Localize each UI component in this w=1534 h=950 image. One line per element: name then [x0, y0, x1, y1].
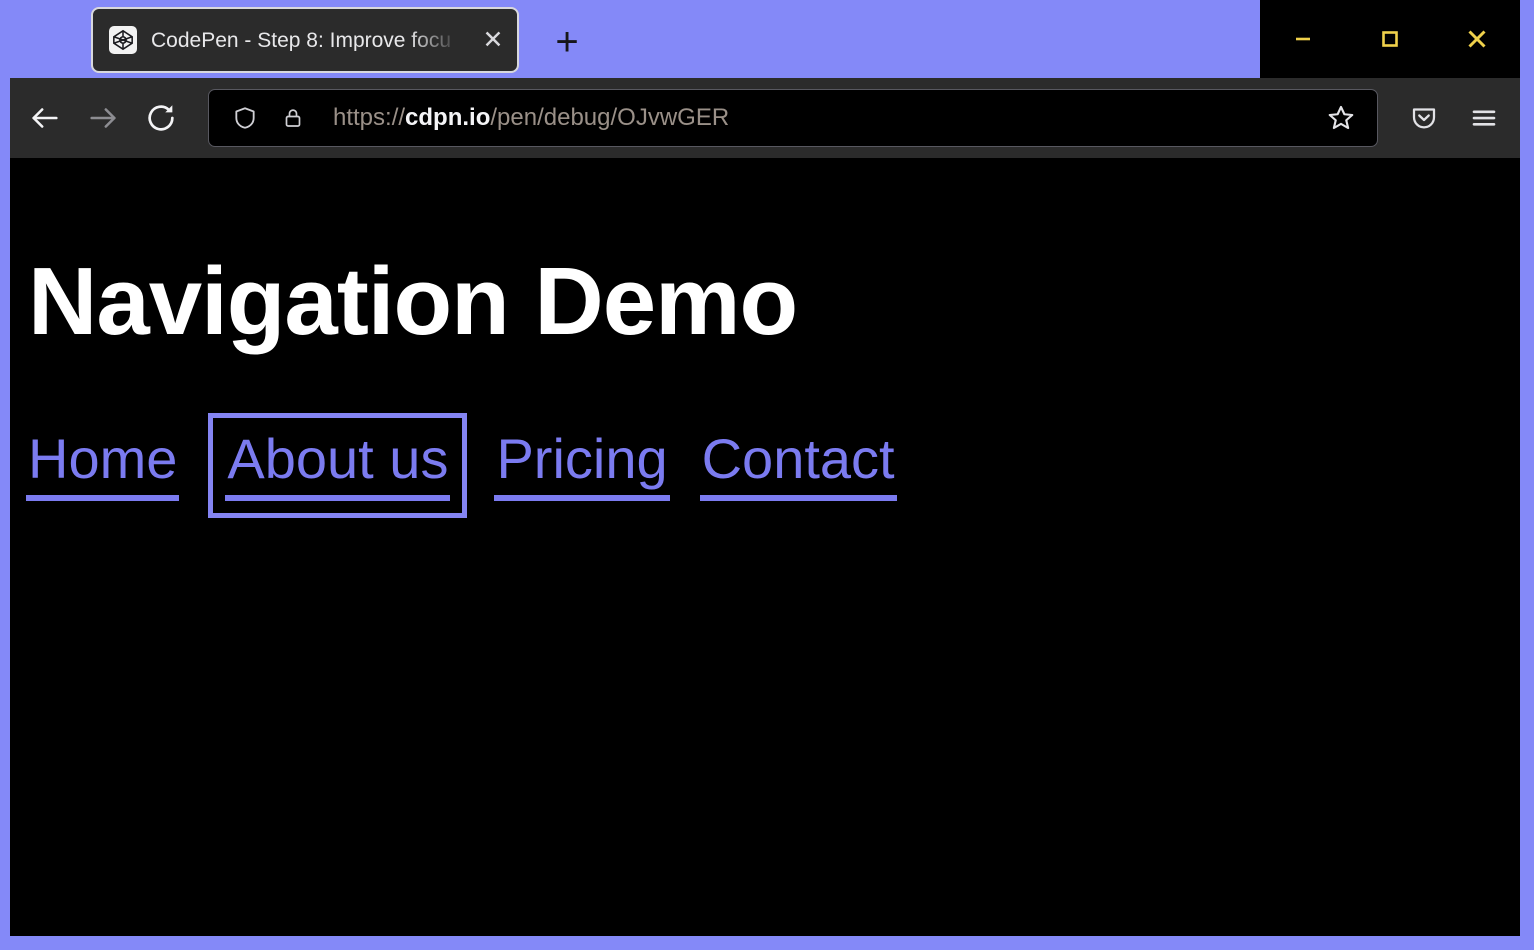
- nav-link-home[interactable]: Home: [26, 430, 179, 501]
- url-text[interactable]: https://cdpn.io/pen/debug/OJvwGER: [333, 106, 1319, 130]
- hamburger-menu-icon[interactable]: [1454, 89, 1514, 147]
- minimize-icon[interactable]: [1272, 14, 1334, 64]
- maximize-icon[interactable]: [1359, 14, 1421, 64]
- pocket-icon[interactable]: [1394, 89, 1454, 147]
- page-title: Navigation Demo: [28, 254, 1520, 350]
- url-bar[interactable]: https://cdpn.io/pen/debug/OJvwGER: [208, 89, 1378, 147]
- nav-link-contact[interactable]: Contact: [700, 430, 897, 501]
- nav-link-about-us[interactable]: About us: [225, 430, 450, 501]
- forward-icon[interactable]: [74, 89, 132, 147]
- reload-icon[interactable]: [132, 89, 190, 147]
- back-icon[interactable]: [16, 89, 74, 147]
- codepen-icon: [109, 26, 137, 54]
- tab-strip: CodePen - Step 8: Improve focu ✕ +: [0, 0, 1534, 78]
- url-host: cdpn.io: [405, 106, 490, 130]
- demo-navigation: Home About us Pricing Contact: [26, 430, 1520, 501]
- shield-icon[interactable]: [227, 100, 263, 136]
- tab-title: CodePen - Step 8: Improve focu: [151, 30, 473, 51]
- browser-tab-codepen[interactable]: CodePen - Step 8: Improve focu ✕: [91, 7, 519, 73]
- navigation-toolbar: https://cdpn.io/pen/debug/OJvwGER: [10, 78, 1520, 158]
- new-tab-button[interactable]: +: [541, 16, 593, 68]
- nav-link-pricing[interactable]: Pricing: [494, 430, 669, 501]
- url-path: /pen/debug/OJvwGER: [490, 106, 729, 130]
- lock-icon[interactable]: [275, 100, 311, 136]
- page-viewport: Navigation Demo Home About us Pricing Co…: [10, 158, 1520, 936]
- url-scheme: https://: [333, 106, 405, 130]
- close-icon[interactable]: ✕: [473, 20, 513, 60]
- window-controls: [1260, 0, 1520, 78]
- close-window-icon[interactable]: [1446, 14, 1508, 64]
- bookmark-star-icon[interactable]: [1319, 96, 1363, 140]
- toolbar-right-group: [1394, 89, 1514, 147]
- browser-window: CodePen - Step 8: Improve focu ✕ +: [0, 0, 1534, 950]
